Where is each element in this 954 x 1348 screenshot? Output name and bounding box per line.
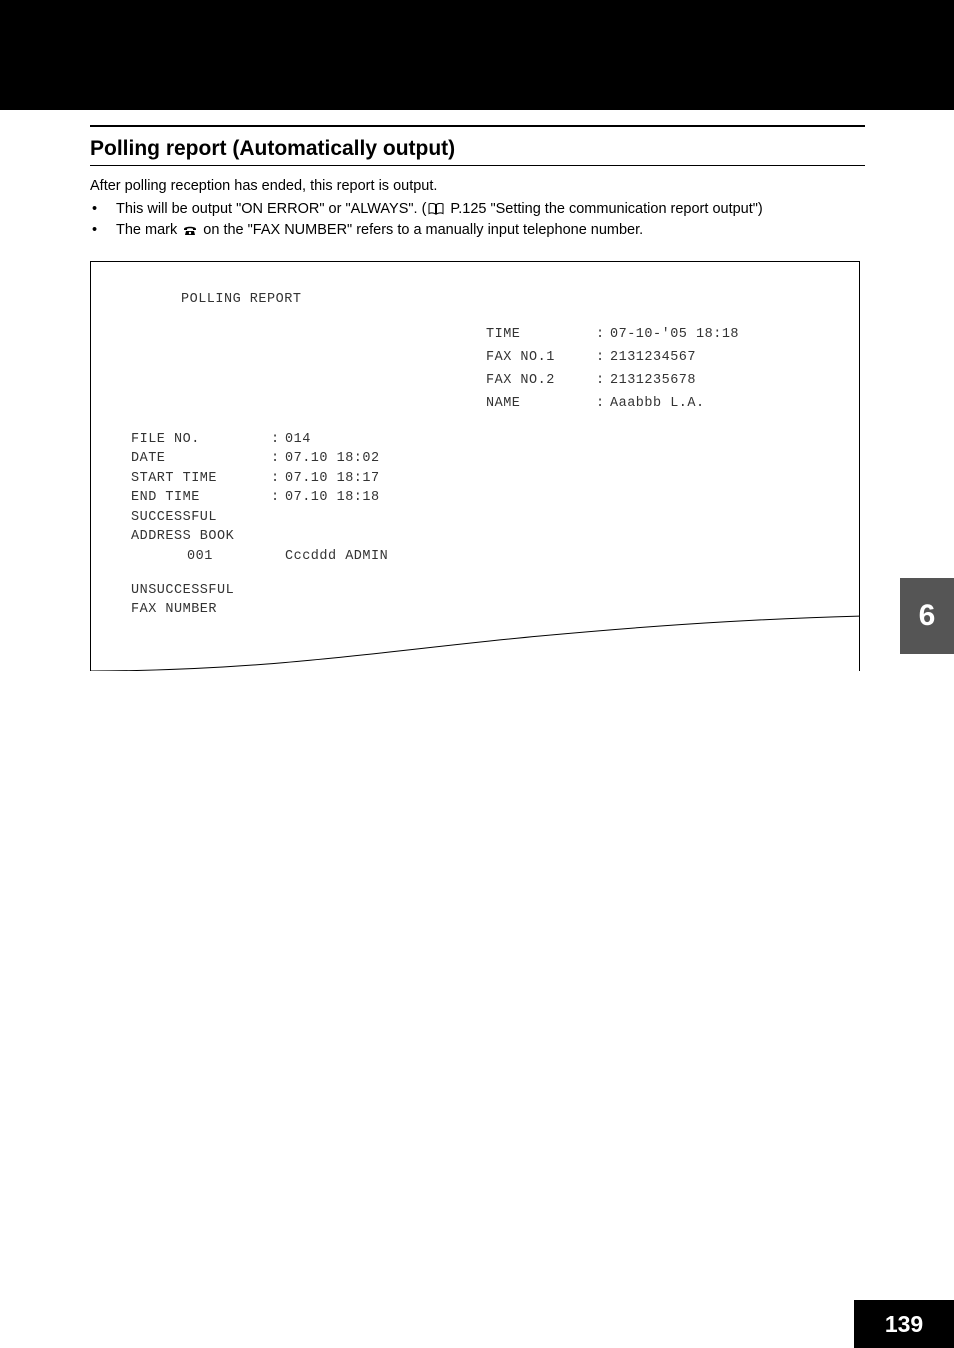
value-fax2: 2131235678: [610, 370, 696, 393]
telephone-icon: [183, 225, 197, 236]
row-unsuccessful: UNSUCCESSFUL: [131, 581, 829, 601]
address-code: 001: [187, 547, 285, 567]
page-root: Polling report (Automatically output) Af…: [0, 0, 954, 1348]
bullet-list: • This will be output "ON ERROR" or "ALW…: [92, 199, 865, 241]
report-sample-frame: POLLING REPORT TIME : 07-10-'05 18:18 FA…: [90, 261, 860, 671]
report-row-name: NAME : Aaabbb L.A.: [486, 393, 739, 416]
label-start-time: START TIME: [131, 469, 271, 489]
report-header-block: TIME : 07-10-'05 18:18 FAX NO.1 : 213123…: [486, 324, 739, 416]
value-start-time: 07.10 18:17: [285, 469, 380, 489]
section-title: Polling report (Automatically output): [90, 137, 865, 161]
separator: :: [596, 370, 610, 393]
row-address-book: ADDRESS BOOK: [131, 527, 829, 547]
bullet-item: • The mark on the "FAX NUMBER" refers to…: [92, 220, 865, 241]
torn-edge-curve: [90, 612, 860, 671]
report-row-fax2: FAX NO.2 : 2131235678: [486, 370, 739, 393]
book-icon: [428, 203, 444, 215]
rule-thin: [90, 165, 865, 166]
bullet2-text-b: on the "FAX NUMBER" refers to a manually…: [199, 222, 643, 238]
chapter-tab: 6: [900, 578, 954, 654]
value-time: 07-10-'05 18:18: [610, 324, 739, 347]
row-address-entry: 001 Cccddd ADMIN: [131, 547, 829, 567]
row-date: DATE : 07.10 18:02: [131, 449, 829, 469]
bullet-marker: •: [92, 220, 116, 241]
separator: :: [271, 488, 285, 508]
value-end-time: 07.10 18:18: [285, 488, 380, 508]
separator: :: [271, 430, 285, 450]
address-name: Cccddd ADMIN: [285, 547, 388, 567]
row-file-no: FILE NO. : 014: [131, 430, 829, 450]
bullet-body: The mark on the "FAX NUMBER" refers to a…: [116, 220, 865, 241]
report-row-time: TIME : 07-10-'05 18:18: [486, 324, 739, 347]
row-successful: SUCCESSFUL: [131, 508, 829, 528]
value-file-no: 014: [285, 430, 311, 450]
bullet1-text-b: P.125 "Setting the communication report …: [446, 201, 762, 217]
report-title: POLLING REPORT: [121, 290, 829, 310]
separator: :: [596, 347, 610, 370]
bullet-marker: •: [92, 199, 116, 220]
report-row-fax1: FAX NO.1 : 2131234567: [486, 347, 739, 370]
row-start-time: START TIME : 07.10 18:17: [131, 469, 829, 489]
report-detail-block: FILE NO. : 014 DATE : 07.10 18:02 START …: [121, 430, 829, 640]
label-end-time: END TIME: [131, 488, 271, 508]
label-name: NAME: [486, 393, 596, 416]
label-address-book: ADDRESS BOOK: [131, 527, 271, 547]
separator: :: [271, 449, 285, 469]
row-end-time: END TIME : 07.10 18:18: [131, 488, 829, 508]
gap: [131, 567, 829, 581]
label-successful: SUCCESSFUL: [131, 508, 271, 528]
bullet-body: This will be output "ON ERROR" or "ALWAY…: [116, 199, 865, 220]
rule-thick: [90, 125, 865, 127]
separator: :: [596, 393, 610, 416]
bullet1-text-a: This will be output "ON ERROR" or "ALWAY…: [116, 201, 426, 217]
report-body: POLLING REPORT TIME : 07-10-'05 18:18 FA…: [91, 262, 859, 639]
separator: :: [271, 469, 285, 489]
label-fax1: FAX NO.1: [486, 347, 596, 370]
label-file-no: FILE NO.: [131, 430, 271, 450]
intro-text: After polling reception has ended, this …: [90, 176, 865, 197]
label-fax2: FAX NO.2: [486, 370, 596, 393]
bullet2-text-a: The mark: [116, 222, 181, 238]
value-fax1: 2131234567: [610, 347, 696, 370]
separator: :: [596, 324, 610, 347]
bullet-item: • This will be output "ON ERROR" or "ALW…: [92, 199, 865, 220]
page-number: 139: [854, 1300, 954, 1348]
label-unsuccessful: UNSUCCESSFUL: [131, 581, 271, 601]
label-date: DATE: [131, 449, 271, 469]
top-black-band: [0, 0, 954, 110]
value-date: 07.10 18:02: [285, 449, 380, 469]
main-content: Polling report (Automatically output) Af…: [90, 125, 865, 671]
label-time: TIME: [486, 324, 596, 347]
value-name: Aaabbb L.A.: [610, 393, 705, 416]
